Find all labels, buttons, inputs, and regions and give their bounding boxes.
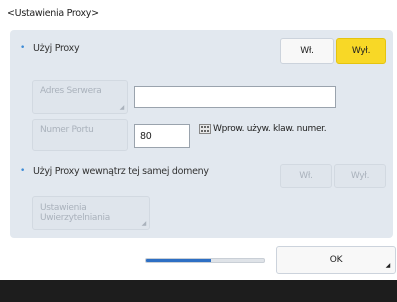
use-proxy-off-button[interactable]: Wył.: [336, 38, 386, 64]
progress-fill: [146, 259, 211, 262]
auth-settings-label-line1: Ustawienia: [40, 203, 87, 213]
off-label: Wył.: [351, 46, 371, 56]
progress-bar: [145, 258, 265, 263]
page-title: <Ustawienia Proxy>: [7, 8, 99, 19]
on-label: Wł.: [299, 171, 313, 181]
corner-arrow-icon: ◢: [385, 262, 391, 269]
corner-arrow-icon: ◢: [119, 104, 125, 111]
port-number-field[interactable]: 80: [134, 124, 190, 148]
same-domain-off-button[interactable]: Wył.: [334, 164, 386, 188]
port-number-label: Numer Portu: [40, 125, 94, 135]
server-address-button[interactable]: Adres Serwera ◢: [32, 80, 128, 114]
status-bar: [0, 280, 397, 302]
bullet-icon: •: [20, 43, 26, 53]
auth-settings-label-line2: Uwierzytelniania: [40, 213, 110, 223]
on-label: Wł.: [300, 46, 314, 56]
keypad-icon: [199, 124, 211, 134]
ok-label: OK: [329, 255, 343, 265]
port-number-button[interactable]: Numer Portu: [32, 119, 128, 151]
same-domain-label: Użyj Proxy wewnątrz tej samej domeny: [33, 165, 209, 177]
ok-button[interactable]: OK ◢: [276, 246, 396, 274]
auth-settings-button[interactable]: Ustawienia Uwierzytelniania ◢: [32, 196, 150, 230]
port-number-value: 80: [140, 130, 152, 142]
off-label: Wył.: [350, 171, 370, 181]
server-address-label: Adres Serwera: [40, 86, 102, 96]
bullet-icon: •: [20, 166, 26, 176]
use-proxy-label: Użyj Proxy: [33, 42, 80, 54]
same-domain-on-button[interactable]: Wł.: [280, 164, 332, 188]
keypad-hint: Wprow. używ. klaw. numer.: [199, 122, 327, 136]
keypad-hint-text: Wprow. używ. klaw. numer.: [213, 124, 327, 134]
use-proxy-on-button[interactable]: Wł.: [280, 38, 334, 64]
use-proxy-row: • Użyj Proxy: [20, 40, 80, 56]
corner-arrow-icon: ◢: [141, 220, 147, 227]
same-domain-row: • Użyj Proxy wewnątrz tej samej domeny: [20, 163, 209, 179]
server-address-field[interactable]: [134, 86, 336, 108]
